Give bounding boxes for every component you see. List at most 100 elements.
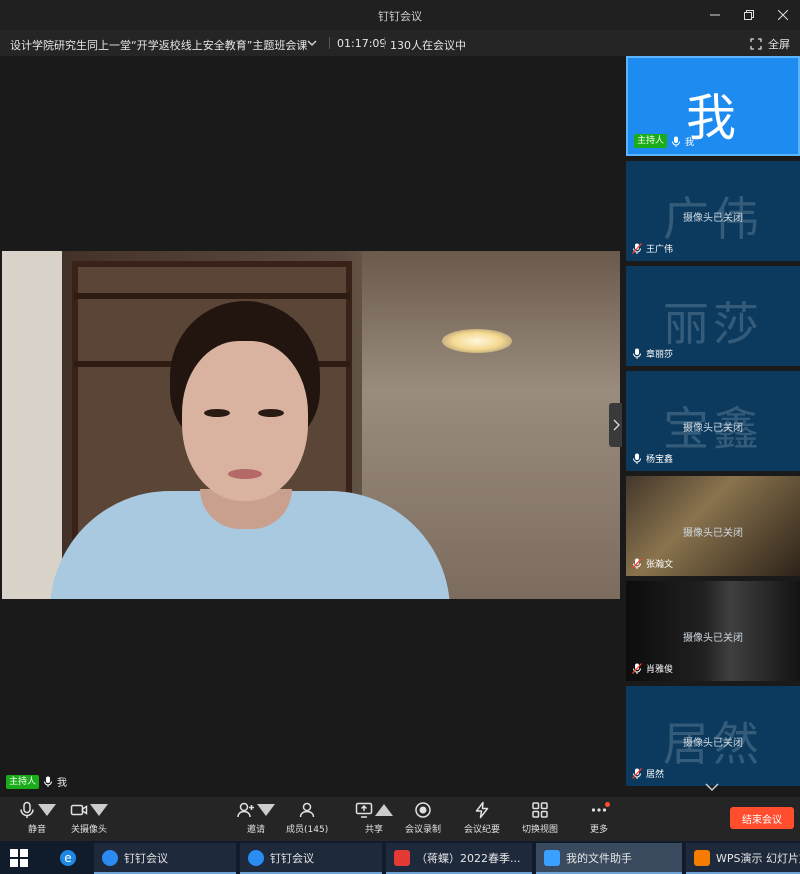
file-helper-icon — [544, 849, 560, 866]
close-icon — [778, 10, 788, 20]
more-label: 更多 — [590, 825, 609, 835]
participant-tile[interactable]: 广伟 摄像头已关闭 王广伟 — [626, 161, 800, 261]
windows-start-icon[interactable] — [10, 849, 28, 867]
microphone-muted-icon — [632, 663, 642, 674]
chevron-down-icon[interactable] — [306, 38, 318, 48]
taskbar-item-file-helper[interactable]: 我的文件助手 — [536, 843, 682, 874]
video-lamp — [442, 329, 512, 353]
participant-label: 肖雅俊 — [632, 662, 673, 675]
next-page-button[interactable] — [609, 403, 623, 447]
share-icon-row — [355, 801, 393, 819]
mute-icon-row — [18, 801, 56, 819]
grid-icon — [532, 802, 548, 818]
members-icon — [299, 802, 315, 818]
close-button[interactable] — [766, 0, 800, 30]
divider — [329, 37, 330, 49]
video-shelf — [74, 293, 350, 299]
meeting-title[interactable]: 设计学院研究生同上一堂“开学返校线上安全教育”主题班会课 — [10, 37, 307, 53]
members-label: 成员(145) — [286, 825, 329, 835]
participant-label: 主持人 我 — [634, 134, 694, 148]
fullscreen-button[interactable]: 全屏 — [750, 36, 790, 52]
share-screen-icon — [355, 802, 373, 818]
internet-explorer-icon[interactable]: e — [58, 848, 78, 868]
participant-sidebar: 我 主持人 我 广伟 摄像头已关闭 王广伟 丽莎 章丽莎 宝鑫 摄像头已关闭 杨… — [622, 56, 800, 797]
taskbar-item-label: （蒋蝶）2022春季... — [416, 851, 521, 865]
camera-off-label: 摄像头已关闭 — [683, 528, 743, 539]
participant-tile[interactable]: 我 主持人 我 — [626, 56, 800, 156]
microphone-muted-icon — [632, 558, 642, 569]
share-button[interactable]: 共享 — [355, 801, 393, 835]
chevron-down-icon[interactable] — [702, 781, 722, 793]
main-stage: 主持人 我 — [0, 56, 623, 797]
microphone-icon — [633, 348, 641, 359]
mute-button[interactable]: 静音 — [18, 801, 56, 835]
participant-name: 居然 — [646, 770, 665, 780]
participant-avatar-text: 丽莎 — [663, 297, 763, 351]
meeting-info-bar: 设计学院研究生同上一堂“开学返校线上安全教育”主题班会课 01:17:09 13… — [0, 30, 800, 56]
minimize-button[interactable] — [698, 0, 732, 30]
chevron-right-icon — [613, 419, 620, 431]
caret-down-icon[interactable] — [38, 801, 56, 819]
taskbar-item-dingtalk-2[interactable]: 钉钉会议 — [240, 843, 382, 874]
divider — [384, 37, 385, 49]
microphone-muted-icon — [632, 768, 642, 779]
main-video[interactable] — [2, 251, 620, 599]
participant-name: 章丽莎 — [646, 350, 674, 360]
participant-tile[interactable]: 丽莎 章丽莎 — [626, 266, 800, 366]
microphone-icon — [44, 776, 53, 787]
record-button[interactable]: 会议录制 — [405, 801, 441, 835]
camera-label: 关摄像头 — [70, 825, 107, 835]
participant-name: 我 — [685, 137, 695, 148]
microphone-icon — [20, 801, 34, 818]
participant-label: 王广伟 — [632, 242, 673, 255]
camera-off-label: 摄像头已关闭 — [683, 213, 743, 224]
host-badge: 主持人 — [6, 774, 40, 789]
participant-tile[interactable]: 居然 摄像头已关闭 居然 — [626, 686, 800, 786]
wps-slides-icon — [694, 849, 710, 866]
mute-label: 静音 — [27, 825, 46, 835]
add-user-icon — [237, 802, 254, 818]
record-icon — [415, 802, 431, 818]
participant-tile[interactable]: 摄像头已关闭 肖雅俊 — [626, 581, 800, 681]
switch-view-label: 切换视图 — [522, 825, 559, 835]
members-button[interactable]: 成员(145) — [286, 801, 328, 835]
taskbar-item-wps-slides[interactable]: WPS演示 幻灯片放 — [686, 843, 800, 874]
participant-name: 张瀚文 — [646, 560, 674, 570]
minimize-icon — [710, 14, 720, 16]
invite-label: 邀请 — [246, 825, 265, 835]
end-meeting-button[interactable]: 结束会议 — [730, 807, 794, 829]
taskbar: e 钉钉会议 钉钉会议 （蒋蝶）2022春季... 我的文件助手 WPS演示 幻… — [0, 841, 800, 874]
video-person — [50, 301, 450, 599]
fullscreen-icon — [750, 38, 762, 50]
camera-off-label: 摄像头已关闭 — [683, 423, 743, 434]
caret-down-icon[interactable] — [257, 801, 275, 819]
person-eye — [258, 409, 284, 417]
caret-up-icon[interactable] — [375, 801, 393, 819]
microphone-icon — [672, 136, 681, 147]
window-controls — [698, 0, 800, 30]
participant-count: 130人在会议中 — [390, 39, 466, 52]
participant-label: 张瀚文 — [632, 557, 673, 570]
camera-button[interactable]: 关摄像头 — [70, 801, 108, 835]
self-name: 我 — [57, 778, 68, 789]
participant-tile[interactable]: 宝鑫 摄像头已关闭 杨宝鑫 — [626, 371, 800, 471]
taskbar-item-wps-doc[interactable]: （蒋蝶）2022春季... — [386, 843, 532, 874]
minutes-button[interactable]: 会议纪要 — [464, 801, 500, 835]
invite-icon-row — [237, 801, 275, 819]
meeting-timer: 01:17:09 — [337, 37, 387, 50]
window-title-bar: 钉钉会议 — [0, 0, 800, 30]
self-name-label: 主持人 我 — [6, 774, 67, 789]
minutes-label: 会议纪要 — [464, 825, 501, 835]
invite-button[interactable]: 邀请 — [237, 801, 275, 835]
taskbar-item-dingtalk-1[interactable]: 钉钉会议 — [94, 843, 236, 874]
dingtalk-icon — [248, 849, 264, 866]
participant-tile[interactable]: 摄像头已关闭 张瀚文 — [626, 476, 800, 576]
share-label: 共享 — [364, 825, 383, 835]
dingtalk-icon — [102, 849, 118, 866]
restore-button[interactable] — [732, 0, 766, 30]
switch-view-button[interactable]: 切换视图 — [522, 801, 558, 835]
caret-down-icon[interactable] — [90, 801, 108, 819]
participant-name: 杨宝鑫 — [646, 455, 674, 465]
wps-icon — [394, 849, 410, 866]
video-camera-icon — [70, 804, 88, 816]
